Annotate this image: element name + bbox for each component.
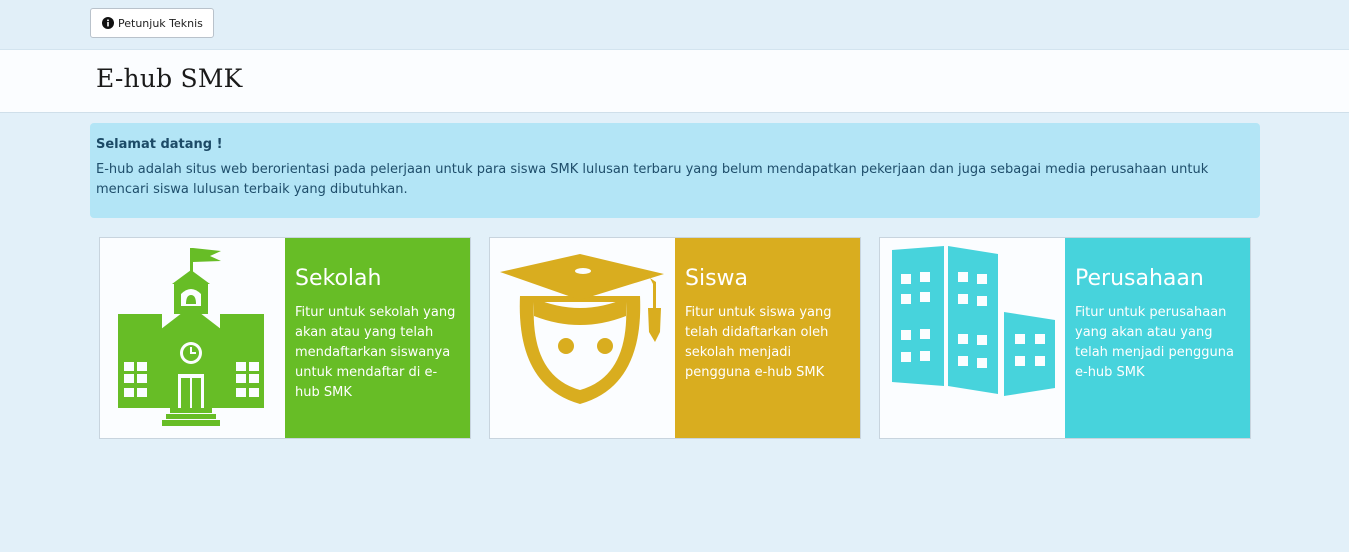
card-siswa-description: Fitur untuk siswa yang telah didaftarkan… (685, 305, 832, 380)
info-circle-icon (102, 17, 114, 29)
card-perusahaan[interactable]: Perusahaan Fitur untuk perusahaan yang a… (879, 237, 1251, 439)
card-siswa-info: Siswa Fitur untuk siswa yang telah didaf… (675, 238, 860, 438)
top-bar: Petunjuk Teknis (0, 0, 1349, 50)
petunjuk-teknis-label: Petunjuk Teknis (118, 16, 203, 30)
card-siswa[interactable]: Siswa Fitur untuk siswa yang telah didaf… (489, 237, 861, 439)
school-building-icon (100, 238, 285, 438)
graduate-student-icon (490, 238, 675, 438)
welcome-alert: Selamat datang ! E-hub adalah situs web … (90, 123, 1260, 218)
card-perusahaan-info: Perusahaan Fitur untuk perusahaan yang a… (1065, 238, 1250, 438)
card-perusahaan-description: Fitur untuk perusahaan yang akan atau ya… (1075, 305, 1234, 380)
petunjuk-teknis-button[interactable]: Petunjuk Teknis (90, 8, 214, 38)
card-siswa-image (490, 238, 675, 438)
card-siswa-title: Siswa (685, 266, 749, 291)
card-sekolah-description: Fitur untuk sekolah yang akan atau yang … (295, 305, 456, 400)
card-perusahaan-image (880, 238, 1065, 438)
card-sekolah-info: Sekolah Fitur untuk sekolah yang akan at… (285, 238, 470, 438)
welcome-title: Selamat datang ! (96, 137, 223, 152)
card-sekolah[interactable]: Sekolah Fitur untuk sekolah yang akan at… (99, 237, 471, 439)
card-sekolah-image (100, 238, 285, 438)
header-band: E-hub SMK (0, 50, 1349, 113)
card-perusahaan-title: Perusahaan (1075, 266, 1204, 291)
office-buildings-icon (880, 238, 1065, 438)
card-sekolah-title: Sekolah (295, 266, 382, 291)
welcome-body: E-hub adalah situs web berorientasi pada… (96, 162, 1209, 197)
site-title: E-hub SMK (96, 64, 243, 93)
